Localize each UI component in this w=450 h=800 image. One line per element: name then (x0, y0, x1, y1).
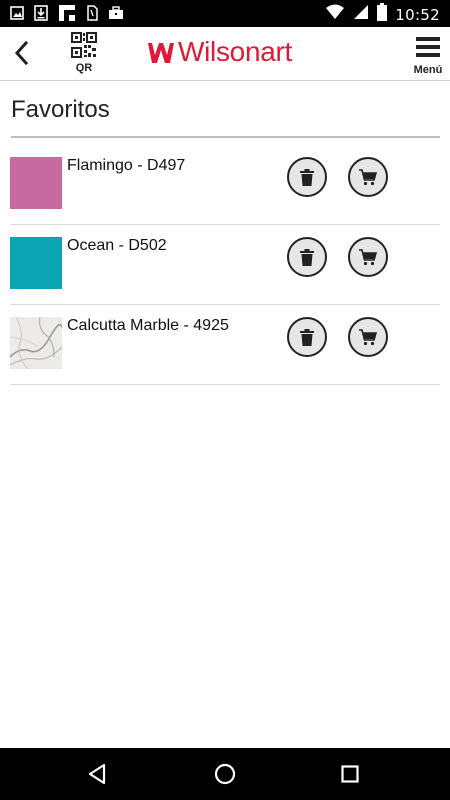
flipboard-icon (58, 4, 76, 27)
briefcase-icon (108, 6, 124, 25)
wifi-icon (325, 4, 345, 25)
nav-home-button[interactable] (213, 762, 237, 791)
back-triangle-icon (88, 763, 106, 785)
chevron-left-icon (14, 40, 29, 66)
recents-square-icon (341, 765, 359, 783)
status-bar: 10:52 (0, 0, 450, 27)
favorite-row-content: Ocean - D502 (10, 225, 440, 304)
qr-label: QR (75, 62, 93, 74)
favorite-row-content: Flamingo - D497 (10, 145, 440, 224)
wilsonart-w-mark-icon (148, 43, 174, 63)
trash-icon (300, 168, 314, 186)
marble-swatch[interactable] (10, 317, 62, 369)
page-title: Favoritos (11, 96, 110, 123)
system-nav-bar (0, 748, 450, 800)
status-left-icons (10, 4, 124, 27)
favorite-item[interactable]: Calcutta Marble - 4925 (0, 305, 450, 384)
marble-texture-icon (10, 317, 62, 369)
hamburger-menu-icon (416, 37, 440, 57)
favorite-item[interactable]: Ocean - D502 (0, 225, 450, 304)
status-time: 10:52 (395, 5, 440, 24)
shopping-cart-icon (359, 328, 377, 345)
qr-code-icon (71, 32, 97, 58)
home-circle-icon (214, 763, 236, 785)
row-divider (10, 384, 440, 385)
signal-icon (353, 4, 369, 25)
delete-button[interactable] (287, 237, 327, 277)
menu-label: Menú (413, 64, 443, 76)
status-right-icons: 10:52 (325, 3, 440, 26)
add-to-cart-button[interactable] (348, 237, 388, 277)
shopping-cart-icon (359, 248, 377, 265)
shopping-cart-icon (359, 168, 377, 185)
add-to-cart-button[interactable] (348, 157, 388, 197)
sim-icon (86, 5, 98, 26)
color-swatch[interactable] (10, 157, 62, 209)
qr-button[interactable]: QR (66, 32, 102, 78)
battery-icon (377, 3, 388, 26)
item-name[interactable]: Calcutta Marble - 4925 (67, 317, 229, 335)
favorite-item[interactable]: Flamingo - D497 (0, 145, 450, 224)
wilsonart-logo: Wilsonart (148, 37, 292, 67)
item-name[interactable]: Ocean - D502 (67, 237, 167, 255)
nav-back-button[interactable] (87, 763, 107, 790)
app-bar: QR Wilsonart Menú (0, 27, 450, 81)
title-divider (11, 136, 440, 138)
delete-button[interactable] (287, 317, 327, 357)
favorite-row-content: Calcutta Marble - 4925 (10, 305, 440, 384)
delete-button[interactable] (287, 157, 327, 197)
add-to-cart-button[interactable] (348, 317, 388, 357)
trash-icon (300, 328, 314, 346)
favorites-list: Flamingo - D497 Ocean - D502 Calcutta Ma… (0, 145, 450, 385)
nav-recents-button[interactable] (341, 765, 359, 788)
item-name[interactable]: Flamingo - D497 (67, 157, 185, 175)
logo-text: Wilsonart (178, 36, 292, 67)
download-icon (34, 5, 48, 26)
image-icon (10, 6, 24, 25)
trash-icon (300, 248, 314, 266)
menu-button[interactable]: Menú (411, 36, 445, 78)
back-button[interactable] (6, 35, 42, 71)
color-swatch[interactable] (10, 237, 62, 289)
